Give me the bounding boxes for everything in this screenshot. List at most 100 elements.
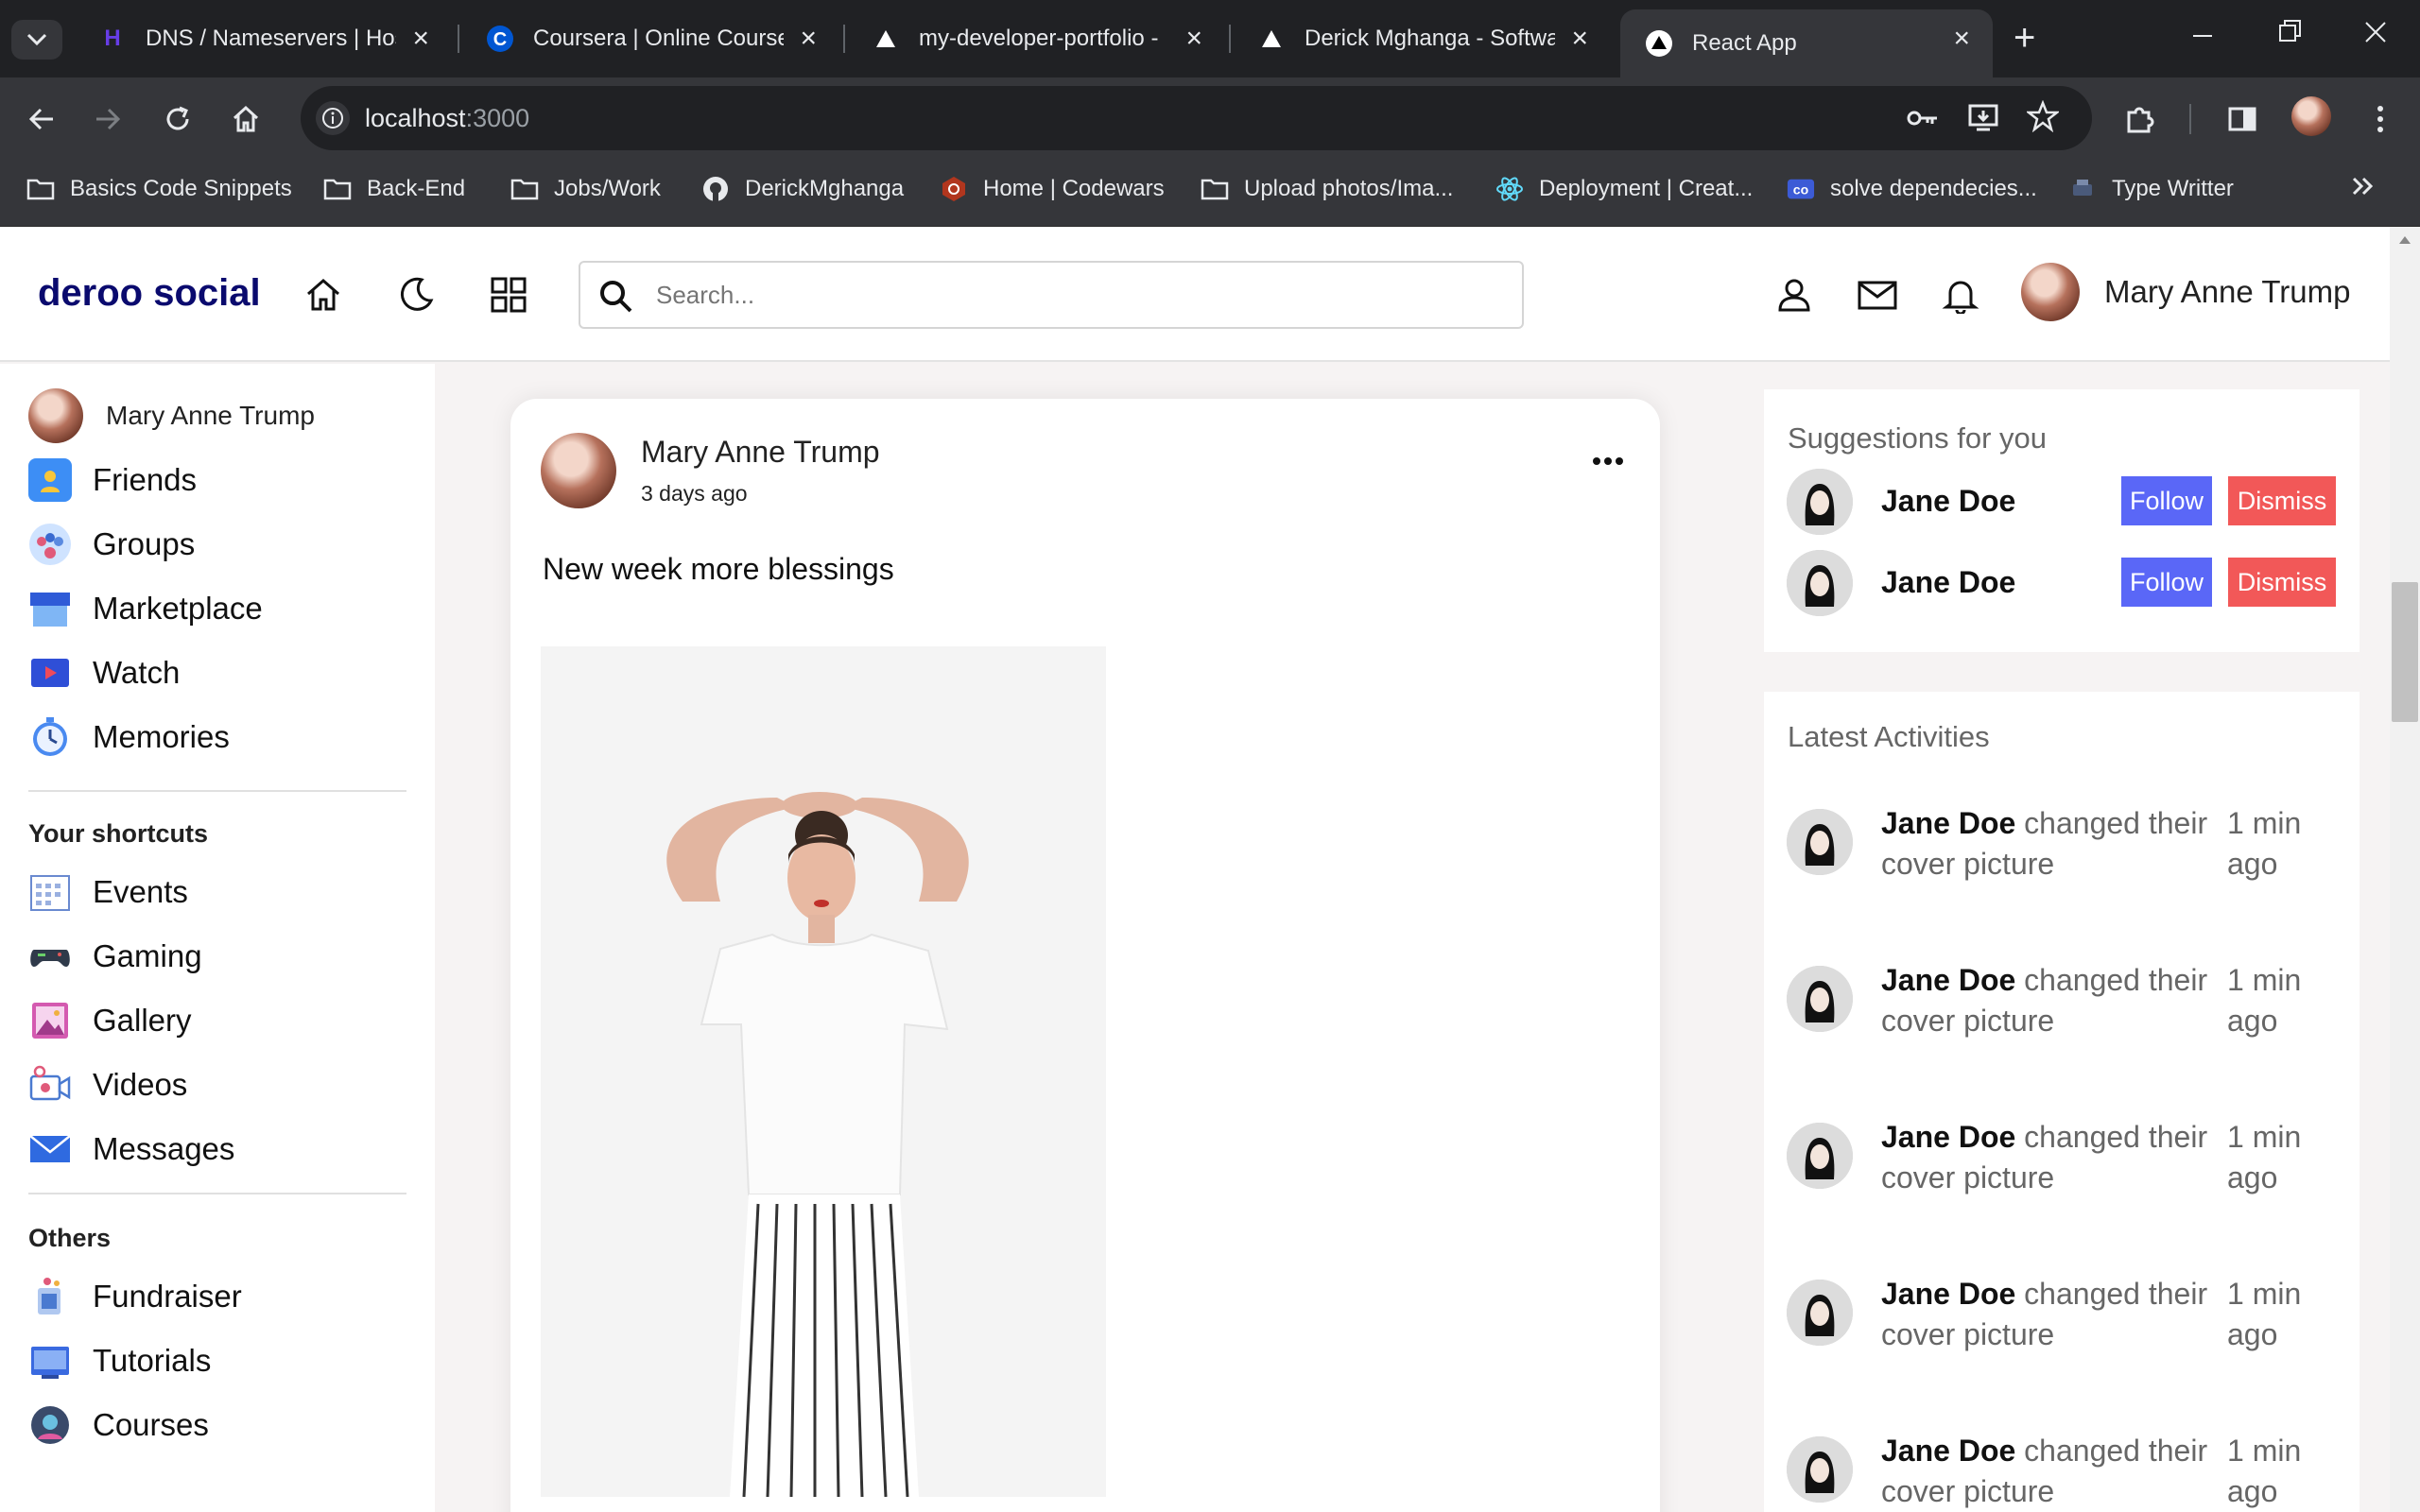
activity-avatar[interactable]	[1787, 1436, 1853, 1503]
activity-avatar[interactable]	[1787, 809, 1853, 875]
bookmark-backend[interactable]: Back-End	[323, 176, 465, 202]
follow-button[interactable]: Follow	[2121, 558, 2212, 607]
url-text[interactable]: localhost:3000	[365, 104, 529, 133]
home-button[interactable]	[227, 100, 265, 138]
post-author-avatar[interactable]	[541, 433, 616, 508]
dark-mode-icon[interactable]	[395, 274, 437, 316]
activity-avatar[interactable]	[1787, 966, 1853, 1032]
person-icon[interactable]	[1773, 274, 1815, 316]
bookmark-typewriter[interactable]: Type Writter	[2068, 176, 2234, 202]
activity-row: Jane Doe changed their cover picture 1 m…	[1787, 960, 2344, 1092]
app-logo[interactable]: deroo social	[38, 272, 261, 315]
close-icon[interactable]: ×	[1571, 25, 1588, 53]
suggestion-avatar[interactable]	[1787, 469, 1853, 535]
search-input[interactable]	[654, 276, 1486, 314]
bookmark-jobs[interactable]: Jobs/Work	[510, 176, 661, 202]
suggestion-name[interactable]: Jane Doe	[1881, 565, 2015, 600]
reload-button[interactable]	[159, 100, 197, 138]
bookmark-github[interactable]: DerickMghanga	[701, 176, 904, 202]
scroll-up-arrow-icon[interactable]	[2397, 234, 2412, 246]
site-info-icon[interactable]	[316, 101, 350, 135]
sidebar-item-fundraiser[interactable]: Fundraiser	[28, 1275, 242, 1318]
activity-user[interactable]: Jane Doe	[1881, 806, 2015, 840]
sidebar-item-watch[interactable]: Watch	[28, 651, 180, 695]
sidebar-item-memories[interactable]: Memories	[28, 715, 230, 759]
activity-user[interactable]: Jane Doe	[1881, 1277, 2015, 1311]
scrollbar-thumb[interactable]	[2392, 582, 2418, 722]
profile-avatar[interactable]	[2291, 96, 2331, 136]
close-window-button[interactable]	[2363, 17, 2388, 53]
follow-button[interactable]: Follow	[2121, 476, 2212, 525]
apps-grid-icon[interactable]	[488, 274, 529, 316]
sidebar-item-groups[interactable]: Groups	[28, 523, 195, 566]
mail-icon[interactable]	[1857, 274, 1898, 316]
sidebar-item-messages[interactable]: Messages	[28, 1127, 234, 1171]
minimize-button[interactable]	[2191, 17, 2214, 53]
suggestion-avatar[interactable]	[1787, 550, 1853, 616]
sidebar-item-courses[interactable]: Courses	[28, 1403, 209, 1447]
sidebar-item-marketplace[interactable]: Marketplace	[28, 587, 263, 630]
sidebar-item-friends[interactable]: Friends	[28, 458, 197, 502]
bookmark-basics[interactable]: Basics Code Snippets	[26, 176, 292, 202]
address-bar[interactable]: localhost:3000	[301, 86, 2092, 150]
suggestion-name[interactable]: Jane Doe	[1881, 484, 2015, 519]
activity-avatar[interactable]	[1787, 1280, 1853, 1346]
restore-icon	[2279, 20, 2301, 42]
new-tab-button[interactable]: +	[2014, 19, 2035, 57]
forward-button[interactable]	[89, 100, 127, 138]
close-icon[interactable]: ×	[1185, 25, 1202, 53]
dismiss-button[interactable]: Dismiss	[2228, 476, 2336, 525]
search-box[interactable]	[579, 261, 1524, 329]
post-author[interactable]: Mary Anne Trump	[641, 435, 880, 470]
activity-user[interactable]: Jane Doe	[1881, 1434, 2015, 1468]
navbar-user[interactable]: Mary Anne Trump	[2021, 263, 2350, 321]
key-icon[interactable]	[1906, 103, 1940, 138]
sidebar-user[interactable]: Mary Anne Trump	[28, 388, 315, 443]
post-image[interactable]	[541, 646, 1106, 1497]
activity-user[interactable]: Jane Doe	[1881, 963, 2015, 997]
page-scrollbar[interactable]	[2390, 227, 2420, 1512]
tab-search-button[interactable]	[11, 20, 62, 60]
tab-derick[interactable]: Derick Mghanga - Softwa ×	[1233, 9, 1611, 68]
more-bookmarks-button[interactable]	[2348, 172, 2377, 200]
others-heading: Others	[28, 1224, 112, 1252]
sidebar-item-gaming[interactable]: Gaming	[28, 935, 202, 978]
activity-row: Jane Doe changed their cover picture 1 m…	[1787, 1274, 2344, 1406]
tab-dns[interactable]: H DNS / Nameservers | Hos ×	[74, 9, 452, 68]
sidebar-item-events[interactable]: Events	[28, 870, 188, 914]
back-button[interactable]	[23, 100, 60, 138]
bookmark-codewars[interactable]: Home | Codewars	[940, 176, 1165, 202]
bookmark-upload[interactable]: Upload photos/Ima...	[1201, 176, 1453, 202]
menu-button[interactable]	[2361, 100, 2399, 138]
activity-avatar[interactable]	[1787, 1123, 1853, 1189]
extensions-button[interactable]	[2121, 100, 2159, 138]
bookmark-deployment[interactable]: Deployment | Creat...	[1495, 176, 1753, 202]
activity-user[interactable]: Jane Doe	[1881, 1120, 2015, 1154]
install-app-icon[interactable]	[1967, 101, 1999, 138]
close-icon[interactable]: ×	[1953, 25, 1970, 53]
tab-portfolio[interactable]: my-developer-portfolio - ×	[847, 9, 1225, 68]
sidebar-item-tutorials[interactable]: Tutorials	[28, 1339, 211, 1383]
post-more-button[interactable]	[1592, 442, 1624, 472]
tab-title: Coursera | Online Course	[533, 26, 784, 51]
tab-react-app[interactable]: React App ×	[1620, 9, 1993, 77]
bookmark-solve-deps[interactable]: co solve dependecies...	[1787, 176, 2037, 202]
codewars-icon	[940, 177, 968, 201]
bookmarks-bar: Basics Code Snippets Back-End Jobs/Work …	[0, 159, 2420, 227]
url-host: localhost	[365, 104, 466, 132]
user-avatar	[2021, 263, 2080, 321]
restore-button[interactable]	[2278, 17, 2303, 53]
dismiss-button[interactable]: Dismiss	[2228, 558, 2336, 607]
home-icon[interactable]	[302, 274, 344, 316]
close-icon[interactable]: ×	[800, 25, 817, 53]
sidebar-item-gallery[interactable]: Gallery	[28, 999, 192, 1042]
post-meta: Mary Anne Trump 3 days ago	[641, 435, 880, 507]
browser-tab-bar: H DNS / Nameservers | Hos × C Coursera |…	[0, 0, 2420, 77]
tab-coursera[interactable]: C Coursera | Online Course ×	[461, 9, 839, 68]
side-panel-button[interactable]	[2223, 100, 2261, 138]
close-icon[interactable]: ×	[412, 25, 429, 53]
svg-text:co: co	[1793, 182, 1809, 198]
sidebar-item-videos[interactable]: Videos	[28, 1063, 187, 1107]
star-icon[interactable]	[2025, 99, 2061, 137]
bell-icon[interactable]	[1940, 274, 1981, 316]
